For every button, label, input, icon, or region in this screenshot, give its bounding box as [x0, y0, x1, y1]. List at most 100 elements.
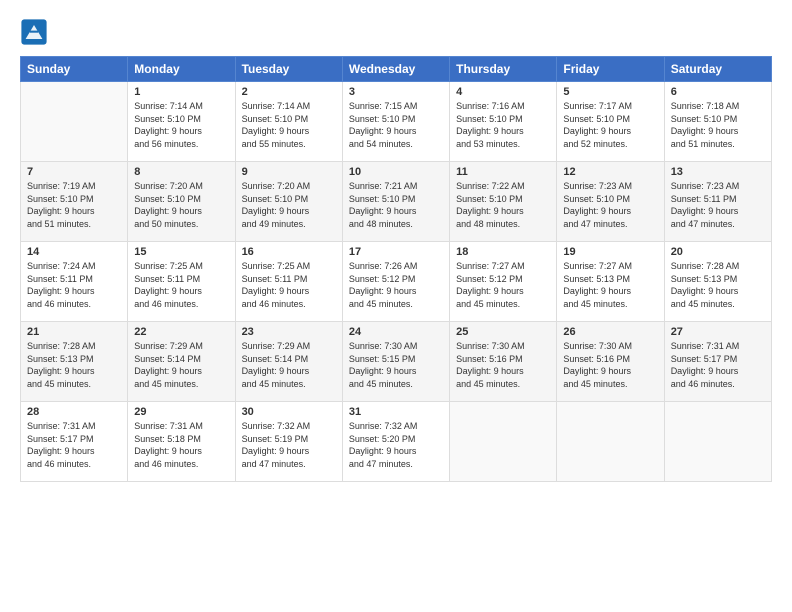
day-info: Sunrise: 7:14 AM Sunset: 5:10 PM Dayligh…: [134, 100, 228, 150]
calendar-cell: 8 Sunrise: 7:20 AM Sunset: 5:10 PM Daylig…: [128, 162, 235, 242]
calendar-cell: 26 Sunrise: 7:30 AM Sunset: 5:16 PM Dayli…: [557, 322, 664, 402]
calendar-cell: 4 Sunrise: 7:16 AM Sunset: 5:10 PM Daylig…: [450, 82, 557, 162]
calendar-cell: 15 Sunrise: 7:25 AM Sunset: 5:11 PM Dayli…: [128, 242, 235, 322]
day-info: Sunrise: 7:31 AM Sunset: 5:18 PM Dayligh…: [134, 420, 228, 470]
day-info: Sunrise: 7:27 AM Sunset: 5:13 PM Dayligh…: [563, 260, 657, 310]
day-number: 10: [349, 166, 443, 178]
day-info: Sunrise: 7:15 AM Sunset: 5:10 PM Dayligh…: [349, 100, 443, 150]
day-info: Sunrise: 7:29 AM Sunset: 5:14 PM Dayligh…: [242, 340, 336, 390]
calendar-cell: 31Sunrise: 7:32 AM Sunset: 5:20 PM Dayli…: [342, 402, 449, 482]
calendar-day-header: Monday: [128, 57, 235, 82]
day-info: Sunrise: 7:25 AM Sunset: 5:11 PM Dayligh…: [242, 260, 336, 310]
calendar-week-row: 1 Sunrise: 7:14 AM Sunset: 5:10 PM Daylig…: [21, 82, 772, 162]
day-number: 12: [563, 166, 657, 178]
calendar-cell: 7 Sunrise: 7:19 AM Sunset: 5:10 PM Daylig…: [21, 162, 128, 242]
calendar-cell: 2 Sunrise: 7:14 AM Sunset: 5:10 PM Daylig…: [235, 82, 342, 162]
day-number: 24: [349, 326, 443, 338]
calendar-cell: 3 Sunrise: 7:15 AM Sunset: 5:10 PM Daylig…: [342, 82, 449, 162]
calendar-week-row: 21Sunrise: 7:28 AM Sunset: 5:13 PM Dayli…: [21, 322, 772, 402]
calendar-cell: 19 Sunrise: 7:27 AM Sunset: 5:13 PM Dayli…: [557, 242, 664, 322]
day-info: Sunrise: 7:20 AM Sunset: 5:10 PM Dayligh…: [134, 180, 228, 230]
day-number: 14: [27, 246, 121, 258]
day-number: 19: [563, 246, 657, 258]
calendar-table: SundayMondayTuesdayWednesdayThursdayFrid…: [20, 56, 772, 482]
day-info: Sunrise: 7:24 AM Sunset: 5:11 PM Dayligh…: [27, 260, 121, 310]
day-number: 30: [242, 406, 336, 418]
page-header: [20, 18, 772, 46]
day-number: 15: [134, 246, 228, 258]
day-number: 18: [456, 246, 550, 258]
calendar-cell: [664, 402, 771, 482]
calendar-cell: 20Sunrise: 7:28 AM Sunset: 5:13 PM Dayli…: [664, 242, 771, 322]
day-number: 26: [563, 326, 657, 338]
calendar-cell: 18Sunrise: 7:27 AM Sunset: 5:12 PM Dayli…: [450, 242, 557, 322]
day-info: Sunrise: 7:23 AM Sunset: 5:11 PM Dayligh…: [671, 180, 765, 230]
calendar-cell: 29 Sunrise: 7:31 AM Sunset: 5:18 PM Dayli…: [128, 402, 235, 482]
calendar-cell: 14 Sunrise: 7:24 AM Sunset: 5:11 PM Dayli…: [21, 242, 128, 322]
day-info: Sunrise: 7:29 AM Sunset: 5:14 PM Dayligh…: [134, 340, 228, 390]
day-info: Sunrise: 7:31 AM Sunset: 5:17 PM Dayligh…: [671, 340, 765, 390]
calendar-day-header: Tuesday: [235, 57, 342, 82]
day-info: Sunrise: 7:19 AM Sunset: 5:10 PM Dayligh…: [27, 180, 121, 230]
day-info: Sunrise: 7:28 AM Sunset: 5:13 PM Dayligh…: [671, 260, 765, 310]
calendar-day-header: Sunday: [21, 57, 128, 82]
day-info: Sunrise: 7:14 AM Sunset: 5:10 PM Dayligh…: [242, 100, 336, 150]
calendar-day-header: Thursday: [450, 57, 557, 82]
day-info: Sunrise: 7:23 AM Sunset: 5:10 PM Dayligh…: [563, 180, 657, 230]
day-info: Sunrise: 7:30 AM Sunset: 5:16 PM Dayligh…: [456, 340, 550, 390]
calendar-cell: [21, 82, 128, 162]
calendar-cell: 17 Sunrise: 7:26 AM Sunset: 5:12 PM Dayli…: [342, 242, 449, 322]
day-number: 28: [27, 406, 121, 418]
day-info: Sunrise: 7:26 AM Sunset: 5:12 PM Dayligh…: [349, 260, 443, 310]
logo-icon: [20, 18, 48, 46]
day-info: Sunrise: 7:32 AM Sunset: 5:19 PM Dayligh…: [242, 420, 336, 470]
day-number: 3: [349, 86, 443, 98]
calendar-week-row: 14 Sunrise: 7:24 AM Sunset: 5:11 PM Dayli…: [21, 242, 772, 322]
calendar-cell: 28 Sunrise: 7:31 AM Sunset: 5:17 PM Dayli…: [21, 402, 128, 482]
logo: [20, 18, 52, 46]
day-info: Sunrise: 7:31 AM Sunset: 5:17 PM Dayligh…: [27, 420, 121, 470]
calendar-cell: 21Sunrise: 7:28 AM Sunset: 5:13 PM Dayli…: [21, 322, 128, 402]
day-number: 29: [134, 406, 228, 418]
day-number: 4: [456, 86, 550, 98]
calendar-cell: 1 Sunrise: 7:14 AM Sunset: 5:10 PM Daylig…: [128, 82, 235, 162]
calendar-cell: 25 Sunrise: 7:30 AM Sunset: 5:16 PM Dayli…: [450, 322, 557, 402]
calendar-cell: 9Sunrise: 7:20 AM Sunset: 5:10 PM Daylig…: [235, 162, 342, 242]
calendar-cell: [450, 402, 557, 482]
calendar-week-row: 7 Sunrise: 7:19 AM Sunset: 5:10 PM Daylig…: [21, 162, 772, 242]
calendar-cell: 16 Sunrise: 7:25 AM Sunset: 5:11 PM Dayli…: [235, 242, 342, 322]
day-number: 11: [456, 166, 550, 178]
day-info: Sunrise: 7:22 AM Sunset: 5:10 PM Dayligh…: [456, 180, 550, 230]
calendar-header-row: SundayMondayTuesdayWednesdayThursdayFrid…: [21, 57, 772, 82]
calendar-cell: 12 Sunrise: 7:23 AM Sunset: 5:10 PM Dayli…: [557, 162, 664, 242]
day-number: 22: [134, 326, 228, 338]
day-info: Sunrise: 7:18 AM Sunset: 5:10 PM Dayligh…: [671, 100, 765, 150]
day-number: 8: [134, 166, 228, 178]
calendar-week-row: 28 Sunrise: 7:31 AM Sunset: 5:17 PM Dayli…: [21, 402, 772, 482]
day-info: Sunrise: 7:16 AM Sunset: 5:10 PM Dayligh…: [456, 100, 550, 150]
day-number: 27: [671, 326, 765, 338]
day-number: 7: [27, 166, 121, 178]
day-info: Sunrise: 7:25 AM Sunset: 5:11 PM Dayligh…: [134, 260, 228, 310]
day-number: 17: [349, 246, 443, 258]
day-number: 5: [563, 86, 657, 98]
day-number: 2: [242, 86, 336, 98]
calendar-cell: 10Sunrise: 7:21 AM Sunset: 5:10 PM Dayli…: [342, 162, 449, 242]
day-number: 16: [242, 246, 336, 258]
day-number: 1: [134, 86, 228, 98]
day-number: 21: [27, 326, 121, 338]
calendar-day-header: Saturday: [664, 57, 771, 82]
calendar-cell: 30 Sunrise: 7:32 AM Sunset: 5:19 PM Dayli…: [235, 402, 342, 482]
day-number: 25: [456, 326, 550, 338]
calendar-cell: 23 Sunrise: 7:29 AM Sunset: 5:14 PM Dayli…: [235, 322, 342, 402]
day-info: Sunrise: 7:30 AM Sunset: 5:15 PM Dayligh…: [349, 340, 443, 390]
day-number: 23: [242, 326, 336, 338]
calendar-cell: 11 Sunrise: 7:22 AM Sunset: 5:10 PM Dayli…: [450, 162, 557, 242]
calendar-day-header: Friday: [557, 57, 664, 82]
calendar-cell: 24 Sunrise: 7:30 AM Sunset: 5:15 PM Dayli…: [342, 322, 449, 402]
calendar-day-header: Wednesday: [342, 57, 449, 82]
calendar-page: SundayMondayTuesdayWednesdayThursdayFrid…: [0, 0, 792, 612]
calendar-cell: 27 Sunrise: 7:31 AM Sunset: 5:17 PM Dayli…: [664, 322, 771, 402]
day-info: Sunrise: 7:30 AM Sunset: 5:16 PM Dayligh…: [563, 340, 657, 390]
calendar-cell: 5Sunrise: 7:17 AM Sunset: 5:10 PM Daylig…: [557, 82, 664, 162]
